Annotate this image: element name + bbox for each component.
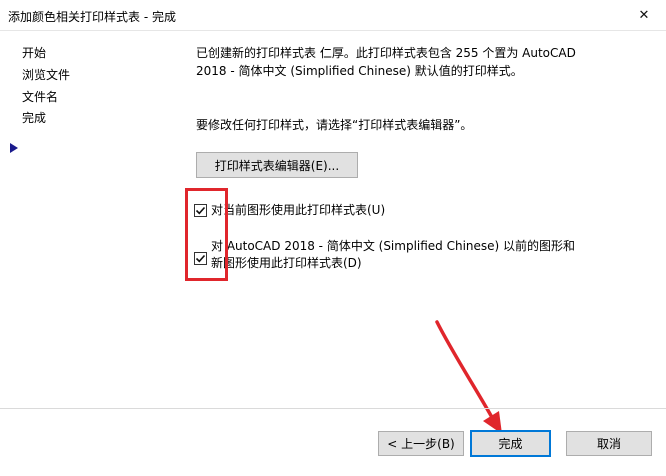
current-drawing-checkbox[interactable]	[194, 204, 207, 217]
nav-step-browse-file: 浏览文件	[22, 68, 71, 82]
nav-step-finish: 完成	[22, 111, 47, 125]
use-for-new-and-pre-drawings-option[interactable]: 对 AutoCAD 2018 - 简体中文 (Simplified Chines…	[194, 239, 575, 272]
close-icon: ✕	[638, 8, 650, 23]
close-button[interactable]: ✕	[622, 0, 666, 31]
back-button[interactable]: < 上一步(B)	[378, 431, 464, 456]
plot-style-editor-button[interactable]: 打印样式表编辑器(E)...	[196, 152, 358, 178]
title-bar: 添加颜色相关打印样式表 - 完成 ✕	[0, 0, 666, 31]
cancel-button[interactable]: 取消	[566, 431, 652, 456]
nav-step-start: 开始	[22, 46, 47, 60]
checkmark-icon	[195, 206, 206, 215]
current-step-pointer-icon	[10, 143, 18, 153]
new-drawings-label-line-1: 对 AutoCAD 2018 - 简体中文 (Simplified Chines…	[211, 239, 576, 253]
current-drawing-label: 对当前图形使用此打印样式表(U)	[211, 203, 386, 217]
info-line-1: 已创建新的打印样式表 仁厚。此打印样式表包含 255 个置为 AutoCAD	[196, 46, 576, 60]
new-drawings-checkbox[interactable]	[194, 252, 207, 265]
info-line-2: 2018 - 简体中文 (Simplified Chinese) 默认值的打印样…	[196, 64, 523, 78]
wizard-steps-nav: 开始 浏览文件 文件名 完成	[0, 31, 182, 407]
modify-hint: 要修改任何打印样式，请选择“打印样式表编辑器”。	[196, 118, 473, 132]
use-for-current-drawing-option[interactable]: 对当前图形使用此打印样式表(U)	[194, 203, 386, 219]
new-drawings-label-line-2: 新图形使用此打印样式表(D)	[211, 256, 362, 270]
window-title: 添加颜色相关打印样式表 - 完成	[8, 10, 176, 24]
finish-button[interactable]: 完成	[470, 430, 551, 457]
footer-divider	[0, 408, 666, 409]
checkmark-icon	[195, 254, 206, 263]
nav-step-filename: 文件名	[22, 90, 59, 104]
